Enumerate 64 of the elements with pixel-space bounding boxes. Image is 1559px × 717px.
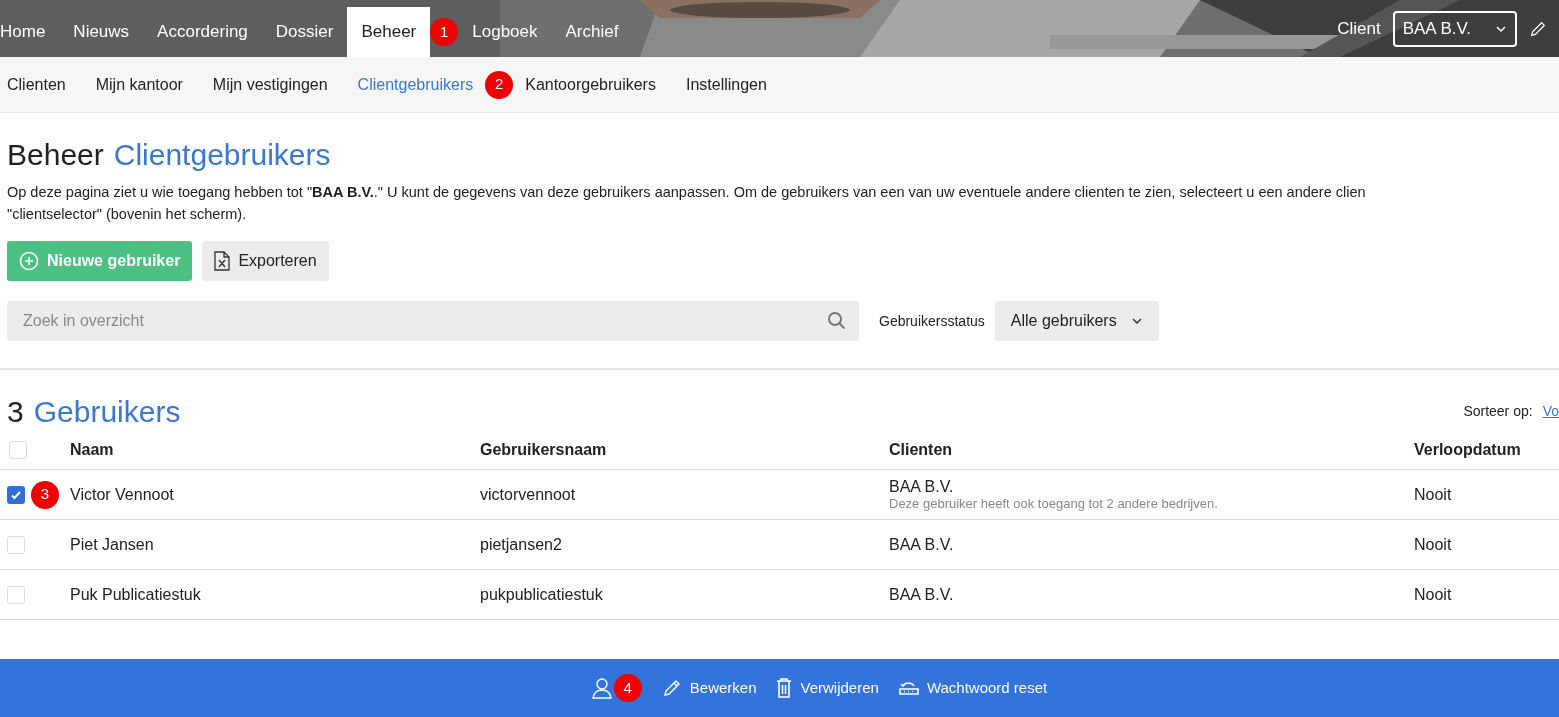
callout-badge: 3 (31, 480, 59, 509)
search-field[interactable]: Zoek in overzicht (7, 301, 859, 341)
table-cell-text: victorvennoot (480, 484, 577, 505)
list-title: Gebruikers (33, 394, 181, 430)
table-cell-text: Piet Jansen (70, 534, 155, 555)
column-header: Verloopdatum (1414, 439, 1521, 460)
callout-badge: 2 (485, 70, 514, 99)
nav-tab[interactable]: Home (0, 7, 60, 57)
status-select[interactable]: Alle gebruikers (994, 301, 1159, 341)
access-note: Deze gebruiker heeft ook toegang tot 2 andere bedrijven. (889, 495, 1219, 512)
description-text: "clientselector" (bovenin het scherm). (7, 206, 247, 222)
checkbox[interactable] (9, 440, 27, 459)
sort-label: Sorteer op: (1463, 402, 1533, 421)
table-cell-text: BAA B.V. (889, 477, 955, 496)
user-icon[interactable] (591, 677, 612, 699)
client-select[interactable]: BAA B.V. (1392, 10, 1517, 47)
nav-tab[interactable]: Beheer (347, 7, 431, 57)
subnav-link[interactable]: Kantoorgebruikers (525, 72, 656, 97)
reset-icon (898, 680, 919, 696)
table-cell-text: pukpublicatiestuk (480, 584, 604, 605)
table-cell-text: Victor Vennoot (70, 484, 175, 505)
column-header: Naam (70, 439, 115, 460)
checkbox[interactable] (7, 535, 25, 554)
export-button[interactable]: Exporteren (202, 241, 329, 281)
search-icon[interactable] (827, 311, 847, 331)
plus-circle-icon (19, 251, 39, 271)
column-header: Clienten (889, 439, 954, 460)
checkbox[interactable] (7, 485, 25, 504)
description-text: Op deze pagina ziet u wie toegang hebben tot "BAA B.V.." U kunt de gegevens van deze gebruikers aanpassen. Om de gebruikers van een van uw eventuele andere clienten te zien, selecteert u een andere clien (7, 184, 1366, 200)
table-cell-text: Nooit (1414, 534, 1452, 555)
filter-label: Gebruikersstatus (879, 311, 985, 331)
pencil-icon[interactable] (1529, 19, 1547, 38)
table-cell-text: Nooit (1414, 484, 1452, 505)
table-cell-text: Puk Publicatiestuk (70, 584, 202, 605)
subnav-link[interactable]: Clienten (7, 72, 66, 97)
chevron-down-icon (1495, 24, 1507, 33)
table-cell-text: BAA B.V. (889, 585, 955, 604)
pencil-icon (661, 678, 682, 698)
table-cell-text: Nooit (1414, 584, 1452, 605)
nav-tab[interactable]: Archief (551, 7, 633, 57)
nav-tab[interactable]: Dossier (261, 7, 348, 57)
checkbox[interactable] (7, 585, 25, 604)
action-button[interactable]: Wachtwoord reset (898, 676, 1048, 700)
user-count: 3 (7, 394, 24, 430)
trash-icon (776, 678, 793, 698)
subnav-link[interactable]: Instellingen (685, 72, 767, 97)
nav-tab[interactable]: Accordering (143, 7, 262, 57)
spreadsheet-file-icon (214, 251, 231, 271)
callout-badge: 4 (613, 674, 642, 702)
subnav-link[interactable]: Mijn vestigingen (212, 72, 328, 97)
page-title: Beheer (7, 137, 104, 173)
action-button[interactable]: Verwijderen (776, 676, 879, 700)
chevron-down-icon (1130, 317, 1143, 325)
column-header: Gebruikersnaam (480, 439, 608, 460)
action-button[interactable]: Bewerken (661, 676, 757, 700)
nav-tab[interactable]: Nieuws (59, 7, 144, 57)
sort-link[interactable]: Vo (1542, 401, 1559, 422)
table-cell-text: pietjansen2 (480, 534, 563, 555)
subnav-link[interactable]: Mijn kantoor (95, 72, 183, 97)
subnav-link[interactable]: Clientgebruikers (357, 72, 474, 97)
page-title-accent: Clientgebruikers (113, 137, 331, 173)
nav-tab[interactable]: Logboek (458, 7, 552, 57)
client-label: Client (1337, 17, 1381, 40)
table-cell-text: BAA B.V. (889, 535, 955, 554)
